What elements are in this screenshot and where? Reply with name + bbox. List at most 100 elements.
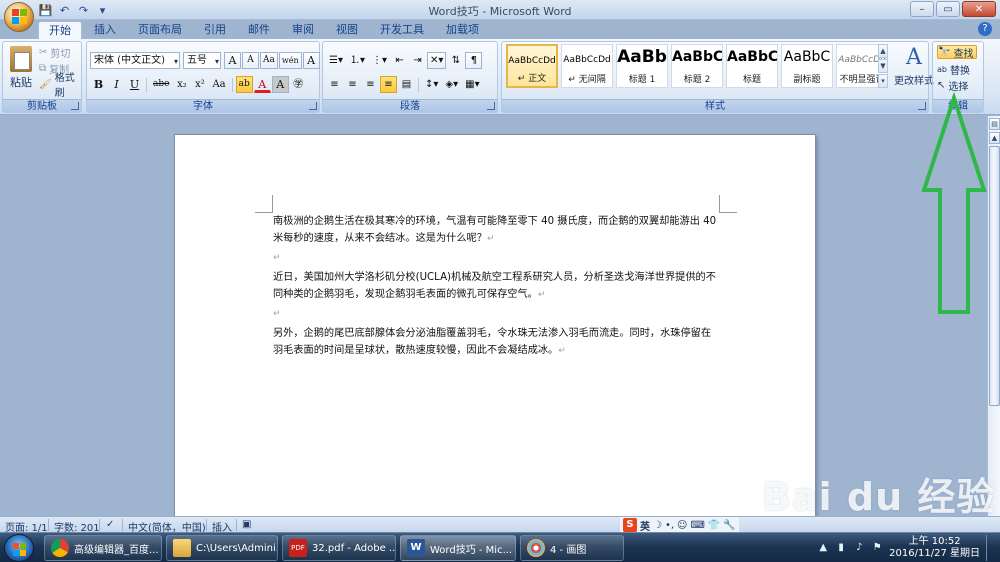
- tab-review[interactable]: 审阅: [282, 21, 324, 39]
- style-normal[interactable]: AaBbCcDd ↵ 正文: [506, 44, 558, 88]
- highlight-button[interactable]: ab: [235, 76, 253, 93]
- tab-mailings[interactable]: 邮件: [238, 21, 280, 39]
- subscript-button[interactable]: x₂: [173, 76, 190, 93]
- cut-button[interactable]: ✂ 剪切: [39, 45, 70, 60]
- emoji-icon[interactable]: ☺: [677, 520, 687, 531]
- maximize-button[interactable]: ▭: [936, 1, 960, 17]
- show-desktop-button[interactable]: [986, 535, 994, 561]
- font-launcher-icon[interactable]: [309, 102, 317, 110]
- font-color-button[interactable]: A: [253, 76, 271, 93]
- tab-view[interactable]: 视图: [326, 21, 368, 39]
- distributed-icon[interactable]: ▤: [398, 76, 415, 93]
- bullets-icon[interactable]: ☰▾: [326, 52, 346, 69]
- replace-button[interactable]: ab 替换: [937, 62, 970, 77]
- windows-logo-icon: [13, 543, 19, 549]
- styles-launcher-icon[interactable]: [918, 102, 926, 110]
- decrease-indent-icon[interactable]: ⇤: [391, 52, 408, 69]
- taskbar-item-paint[interactable]: 4 - 画图: [520, 535, 624, 561]
- clear-format-button[interactable]: Aa: [260, 52, 278, 69]
- find-button[interactable]: 🔭 查找: [937, 45, 978, 60]
- shading-icon[interactable]: ◈▾: [442, 76, 461, 93]
- style-heading-2[interactable]: AaBbC 标题 2: [671, 44, 723, 88]
- style-heading-1[interactable]: AaBb 标题 1: [616, 44, 668, 88]
- change-styles-button[interactable]: A 更改样式: [894, 44, 934, 96]
- select-button[interactable]: ↖ 选择: [937, 78, 968, 93]
- show-marks-icon[interactable]: ¶: [465, 52, 483, 69]
- enclose-char-button[interactable]: ㊫: [290, 76, 307, 93]
- office-button[interactable]: [4, 2, 34, 32]
- bold-button[interactable]: B: [90, 76, 107, 93]
- taskbar-item-word[interactable]: W Word技巧 - Mic...: [400, 535, 516, 561]
- borders-icon[interactable]: ▦▾: [462, 76, 482, 93]
- moon-icon[interactable]: ☽: [653, 520, 662, 531]
- grow-font-button[interactable]: A: [224, 52, 241, 69]
- word-icon: W: [407, 539, 425, 557]
- format-painter-label: 格式刷: [54, 73, 75, 99]
- tab-references[interactable]: 引用: [194, 21, 236, 39]
- network-icon[interactable]: ▮: [835, 542, 847, 554]
- document-page[interactable]: 南极洲的企鹅生活在极其寒冷的环境，气温有可能降至零下 40 摄氏度，而企鹅的双翼…: [174, 134, 816, 516]
- superscript-button[interactable]: x²: [191, 76, 208, 93]
- font-name-select[interactable]: 宋体 (中文正文) ▾: [90, 52, 180, 69]
- justify-icon[interactable]: ≡: [380, 76, 397, 93]
- phonetic-guide-button[interactable]: wén: [278, 52, 302, 69]
- gallery-up-icon[interactable]: ▲: [878, 44, 888, 58]
- volume-icon[interactable]: ♪: [853, 542, 865, 554]
- minimize-button[interactable]: –: [910, 1, 934, 17]
- flag-icon[interactable]: ⚑: [871, 542, 883, 554]
- tray-expand-icon[interactable]: ▲: [817, 542, 829, 554]
- sogou-ime-icon[interactable]: S: [623, 518, 637, 532]
- style-subtitle[interactable]: AaBbC 副标题: [781, 44, 833, 88]
- italic-button[interactable]: I: [108, 76, 125, 93]
- gallery-down-icon[interactable]: ▼: [878, 59, 888, 73]
- increase-indent-icon[interactable]: ⇥: [409, 52, 426, 69]
- spell-check-icon[interactable]: ✓: [106, 519, 114, 530]
- align-left-icon[interactable]: ≡: [326, 76, 343, 93]
- format-painter-button[interactable]: 🖌 格式刷: [39, 73, 81, 99]
- font-size-select[interactable]: 五号 ▾: [183, 52, 221, 69]
- sort-icon[interactable]: ⇅: [447, 52, 464, 69]
- paste-button[interactable]: 粘贴: [7, 44, 35, 98]
- tab-insert[interactable]: 插入: [84, 21, 126, 39]
- vertical-scrollbar[interactable]: ▤ ▲: [987, 116, 1000, 516]
- close-button[interactable]: ✕: [962, 1, 996, 17]
- multilevel-list-icon[interactable]: ⋮▾: [369, 52, 390, 69]
- align-right-icon[interactable]: ≡: [362, 76, 379, 93]
- tools-icon[interactable]: 🔧: [723, 520, 735, 531]
- change-case-button[interactable]: Aa: [209, 76, 228, 93]
- document-body[interactable]: 南极洲的企鹅生活在极其寒冷的环境，气温有可能降至零下 40 摄氏度，而企鹅的双翼…: [273, 213, 721, 360]
- chinese-layout-icon[interactable]: ✕▾: [427, 52, 447, 69]
- scroll-up-icon[interactable]: ▲: [989, 132, 1000, 144]
- underline-button[interactable]: U: [126, 76, 143, 93]
- gallery-more-icon[interactable]: ▾: [878, 74, 888, 88]
- ime-mode-label[interactable]: 英: [640, 518, 650, 533]
- align-center-icon[interactable]: ≡: [344, 76, 361, 93]
- clock-date: 2016/11/27 星期日: [889, 548, 980, 559]
- clock[interactable]: 上午 10:52 2016/11/27 星期日: [889, 536, 980, 560]
- keyboard-icon[interactable]: ⌨: [690, 520, 704, 531]
- strikethrough-button[interactable]: abe: [150, 76, 172, 93]
- start-button[interactable]: [4, 534, 34, 562]
- taskbar-item-pdf[interactable]: PDF 32.pdf - Adobe ...: [282, 535, 396, 561]
- skin-icon[interactable]: 👕: [708, 520, 720, 531]
- taskbar-item-explorer[interactable]: C:\Users\Admini...: [166, 535, 278, 561]
- shrink-font-button[interactable]: A: [242, 52, 259, 69]
- tab-add-ins[interactable]: 加载项: [436, 21, 489, 39]
- tab-home[interactable]: 开始: [38, 21, 82, 39]
- char-border-button[interactable]: A: [302, 52, 320, 69]
- scroll-thumb[interactable]: [989, 146, 1000, 406]
- tab-developer[interactable]: 开发工具: [370, 21, 434, 39]
- macro-record-icon[interactable]: ▣: [242, 519, 251, 530]
- tab-page-layout[interactable]: 页面布局: [128, 21, 192, 39]
- paragraph-launcher-icon[interactable]: [487, 102, 495, 110]
- ruler-toggle-icon[interactable]: ▤: [989, 118, 1000, 130]
- punctuation-icon[interactable]: •,: [665, 520, 674, 531]
- style-no-spacing[interactable]: AaBbCcDd ↵ 无间隔: [561, 44, 613, 88]
- help-icon[interactable]: ?: [978, 22, 992, 36]
- line-spacing-icon[interactable]: ↕▾: [422, 76, 441, 93]
- taskbar-item-editor[interactable]: 高级编辑器_百度...: [44, 535, 162, 561]
- char-shading-button[interactable]: A: [271, 76, 289, 93]
- style-title[interactable]: AaBbC 标题: [726, 44, 778, 88]
- numbering-icon[interactable]: ⒈▾: [347, 52, 368, 69]
- clipboard-launcher-icon[interactable]: [71, 102, 79, 110]
